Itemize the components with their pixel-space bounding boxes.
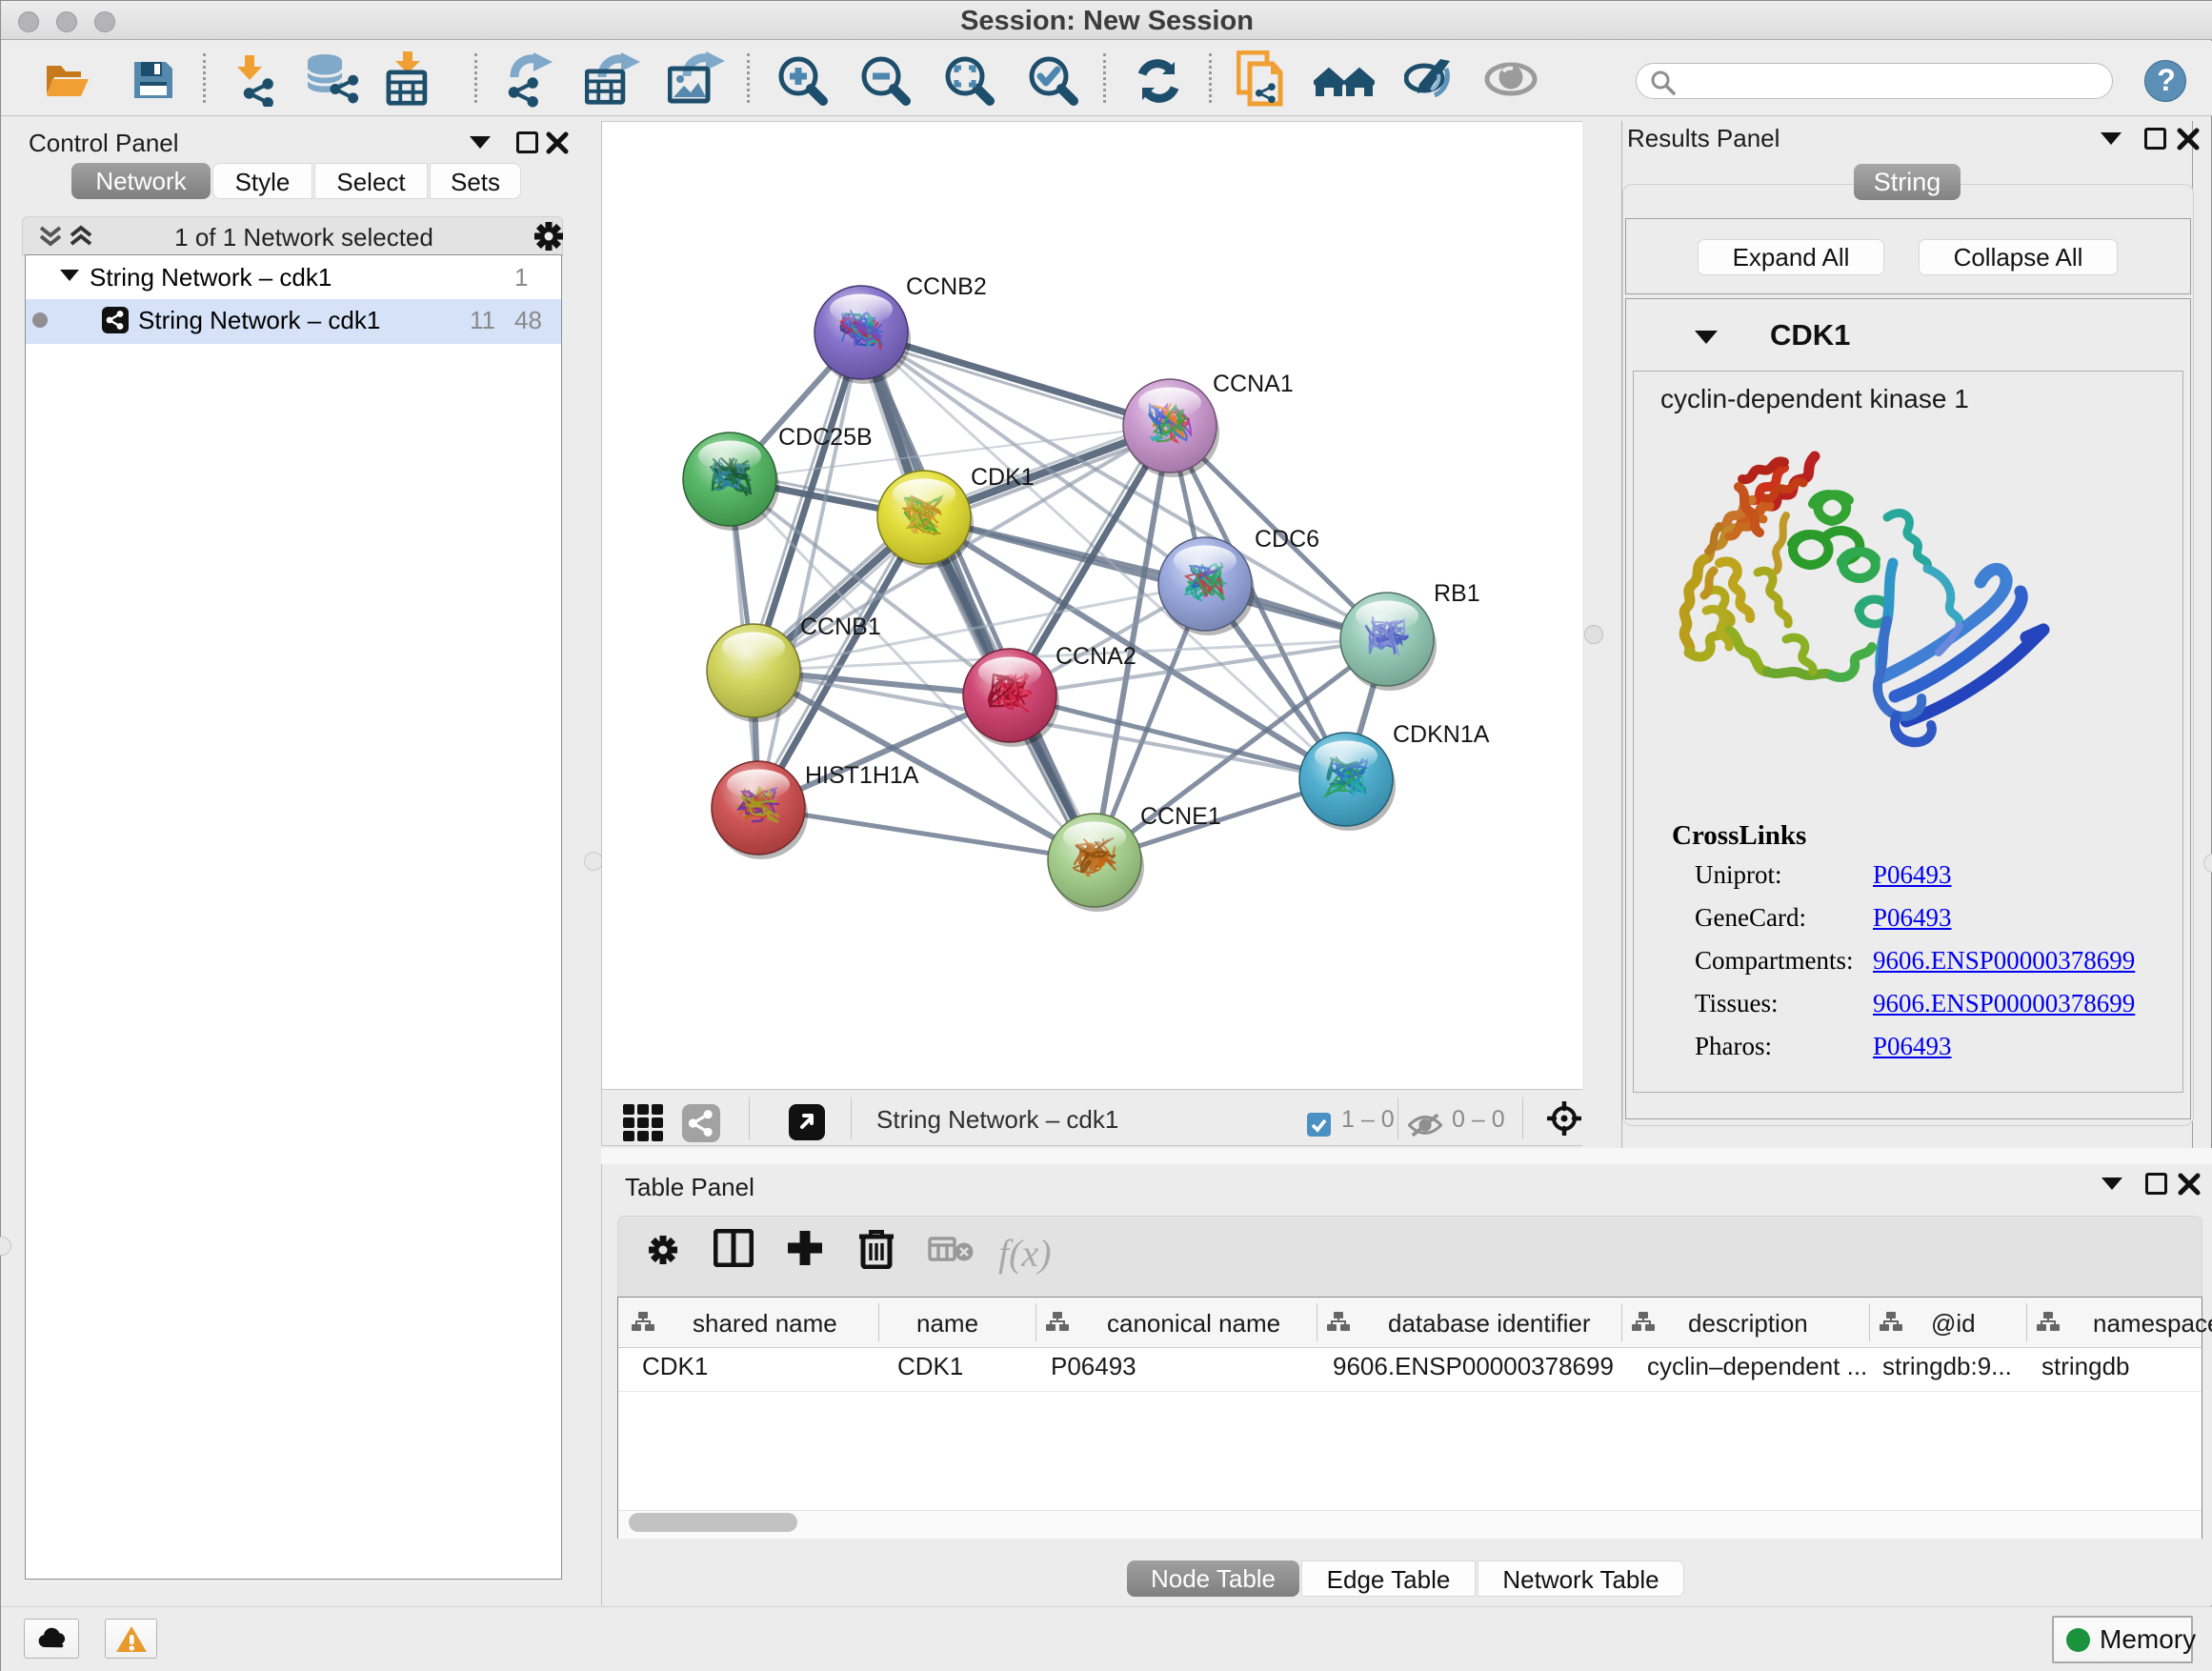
svg-text:CDK1: CDK1	[971, 464, 1035, 491]
svg-text:CCNB2: CCNB2	[906, 273, 987, 300]
svg-text:CCNB1: CCNB1	[800, 614, 881, 640]
svg-text:CCNE1: CCNE1	[1140, 803, 1221, 830]
svg-text:CCNA2: CCNA2	[1056, 643, 1136, 670]
svg-text:CDKN1A: CDKN1A	[1393, 721, 1490, 748]
svg-text:CCNA1: CCNA1	[1213, 371, 1294, 397]
svg-text:CDC6: CDC6	[1255, 526, 1319, 553]
svg-text:HIST1H1A: HIST1H1A	[805, 762, 919, 789]
svg-text:RB1: RB1	[1434, 580, 1480, 607]
svg-text:CDC25B: CDC25B	[778, 424, 873, 451]
